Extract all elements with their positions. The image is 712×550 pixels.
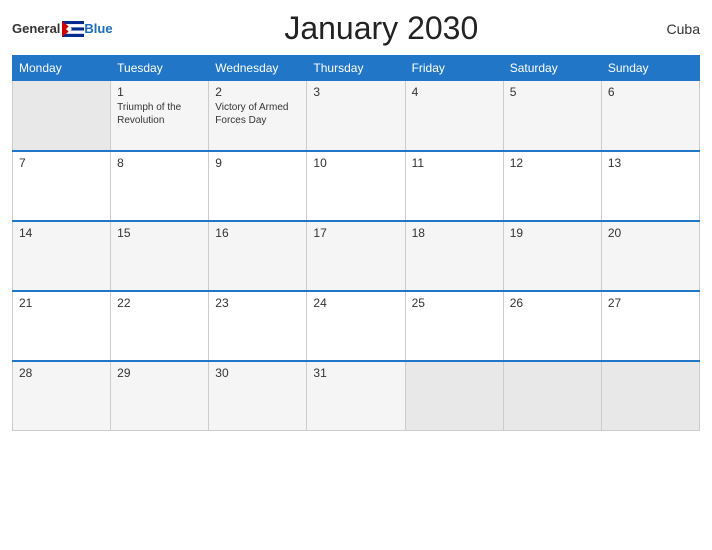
calendar-cell: [601, 361, 699, 431]
day-number: 2: [215, 85, 300, 99]
calendar-cell: 29: [111, 361, 209, 431]
header: General Blue January 2030 Cuba: [12, 10, 700, 47]
day-number: 25: [412, 296, 497, 310]
day-number: 14: [19, 226, 104, 240]
calendar-cell: 23: [209, 291, 307, 361]
day-number: 12: [510, 156, 595, 170]
day-number: 27: [608, 296, 693, 310]
day-header-monday: Monday: [13, 56, 111, 81]
day-number: 5: [510, 85, 595, 99]
day-number: 1: [117, 85, 202, 99]
calendar-cell: 26: [503, 291, 601, 361]
day-event: Triumph of the Revolution: [117, 101, 202, 127]
week-row: 1 Triumph of the Revolution 2 Victory of Ar…: [13, 81, 700, 151]
calendar-cell: [13, 81, 111, 151]
day-number: 13: [608, 156, 693, 170]
calendar-cell: 30: [209, 361, 307, 431]
day-number: 30: [215, 366, 300, 380]
calendar-cell: 24: [307, 291, 405, 361]
day-number: 23: [215, 296, 300, 310]
week-row: 789 10 11 12 13: [13, 151, 700, 221]
calendar-table: MondayTuesdayWednesdayThursdayFridaySatu…: [12, 55, 700, 431]
calendar-cell: 12: [503, 151, 601, 221]
day-number: 17: [313, 226, 398, 240]
logo-blue-text: Blue: [84, 21, 112, 36]
day-number: 6: [608, 85, 693, 99]
month-title: January 2030: [113, 10, 650, 47]
calendar-cell: 13: [601, 151, 699, 221]
day-number: 10: [313, 156, 398, 170]
calendar-cell: 14: [13, 221, 111, 291]
calendar-cell: 4: [405, 81, 503, 151]
week-row: 28 29 30 31: [13, 361, 700, 431]
calendar-cell: 31: [307, 361, 405, 431]
calendar-cell: 21: [13, 291, 111, 361]
calendar-cell: 28: [13, 361, 111, 431]
calendar-body: 1 Triumph of the Revolution 2 Victory of Ar…: [13, 81, 700, 431]
calendar-cell: 6: [601, 81, 699, 151]
calendar-cell: 5: [503, 81, 601, 151]
calendar-cell: 8: [111, 151, 209, 221]
calendar-cell: 22: [111, 291, 209, 361]
day-header-thursday: Thursday: [307, 56, 405, 81]
day-header-sunday: Sunday: [601, 56, 699, 81]
day-header-tuesday: Tuesday: [111, 56, 209, 81]
calendar-cell: 1 Triumph of the Revolution: [111, 81, 209, 151]
day-header-wednesday: Wednesday: [209, 56, 307, 81]
calendar-cell: 11: [405, 151, 503, 221]
day-number: 7: [19, 156, 104, 170]
week-row: 14 15 16 17 18 19 20: [13, 221, 700, 291]
calendar-header: MondayTuesdayWednesdayThursdayFridaySatu…: [13, 56, 700, 81]
day-number: 4: [412, 85, 497, 99]
day-number: 11: [412, 156, 497, 170]
calendar-cell: 15: [111, 221, 209, 291]
day-number: 16: [215, 226, 300, 240]
logo: General Blue: [12, 21, 113, 37]
day-number: 28: [19, 366, 104, 380]
day-header-friday: Friday: [405, 56, 503, 81]
day-number: 20: [608, 226, 693, 240]
day-header-saturday: Saturday: [503, 56, 601, 81]
day-number: 26: [510, 296, 595, 310]
logo-flag-icon: [62, 21, 84, 37]
calendar-cell: 17: [307, 221, 405, 291]
week-row: 21 22 23 24 25 26 27: [13, 291, 700, 361]
calendar-cell: 20: [601, 221, 699, 291]
calendar-cell: 18: [405, 221, 503, 291]
calendar-container: General Blue January 2030 Cuba MondayTue…: [0, 0, 712, 550]
calendar-cell: [503, 361, 601, 431]
day-headers-row: MondayTuesdayWednesdayThursdayFridaySatu…: [13, 56, 700, 81]
calendar-cell: 9: [209, 151, 307, 221]
day-number: 29: [117, 366, 202, 380]
day-event: Victory of Armed Forces Day: [215, 101, 300, 127]
calendar-cell: 10: [307, 151, 405, 221]
calendar-cell: 16: [209, 221, 307, 291]
day-number: 9: [215, 156, 300, 170]
day-number: 3: [313, 85, 398, 99]
day-number: 18: [412, 226, 497, 240]
calendar-cell: 27: [601, 291, 699, 361]
day-number: 21: [19, 296, 104, 310]
calendar-cell: [405, 361, 503, 431]
day-number: 22: [117, 296, 202, 310]
day-number: 15: [117, 226, 202, 240]
day-number: 19: [510, 226, 595, 240]
calendar-cell: 2 Victory of Armed Forces Day: [209, 81, 307, 151]
calendar-cell: 25: [405, 291, 503, 361]
calendar-cell: 7: [13, 151, 111, 221]
day-number: 31: [313, 366, 398, 380]
logo-general-text: General: [12, 21, 60, 36]
country-label: Cuba: [650, 21, 700, 37]
calendar-cell: 3: [307, 81, 405, 151]
calendar-cell: 19: [503, 221, 601, 291]
day-number: 24: [313, 296, 398, 310]
day-number: 8: [117, 156, 202, 170]
